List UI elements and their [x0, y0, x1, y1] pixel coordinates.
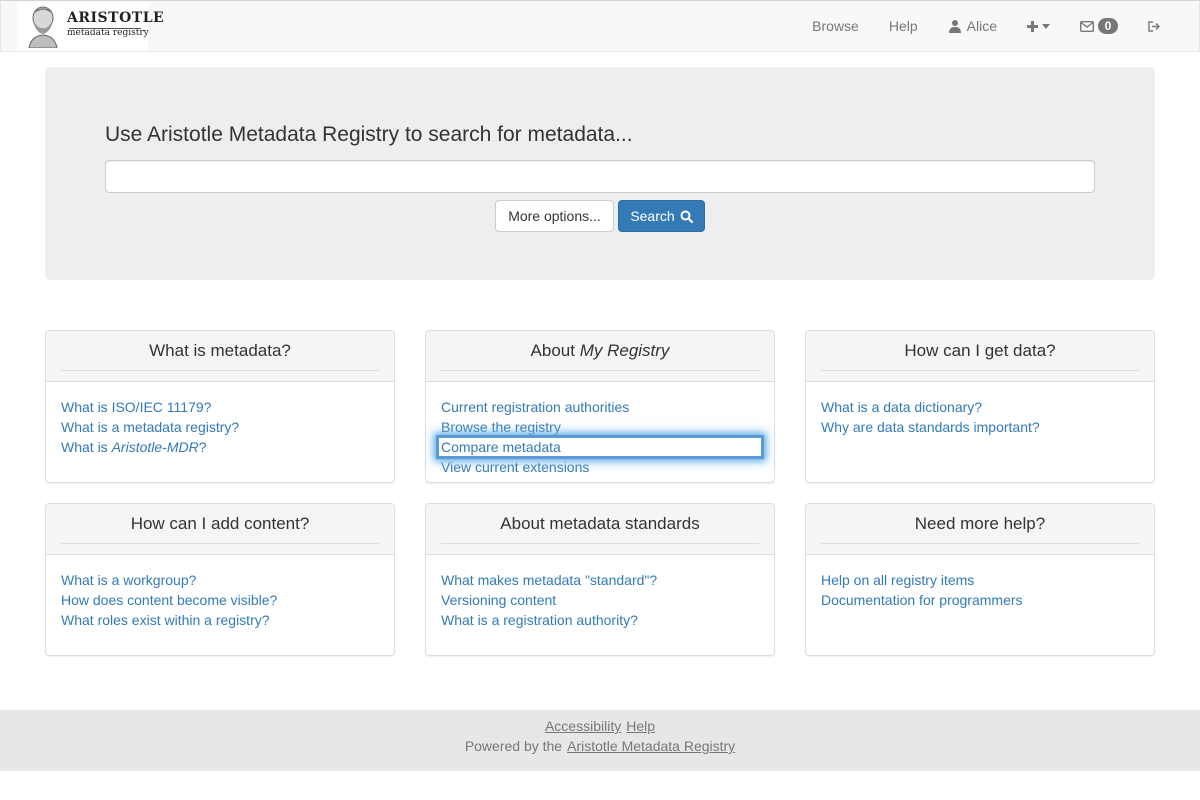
- panel-get-data: How can I get data? What is a data dicti…: [805, 330, 1155, 483]
- brand-divider: [69, 28, 141, 29]
- aristotle-bust-icon: [23, 4, 63, 48]
- footer-powered-by: Powered by the Aristotle Metadata Registr…: [0, 736, 1200, 756]
- panel-title-pre: About: [530, 341, 580, 360]
- link-browse-registry[interactable]: Browse the registry: [441, 417, 759, 437]
- link-workgroup[interactable]: What is a workgroup?: [61, 570, 379, 590]
- plus-icon: [1027, 20, 1038, 32]
- panel-heading: How can I add content?: [46, 504, 394, 555]
- sign-out-icon: [1148, 20, 1160, 32]
- panel-title: How can I add content?: [61, 504, 379, 544]
- caret-down-icon: [1042, 23, 1050, 29]
- link-registration-authorities[interactable]: Current registration authorities: [441, 397, 759, 417]
- search-jumbotron: Use Aristotle Metadata Registry to searc…: [45, 67, 1155, 280]
- link-metadata-standard[interactable]: What makes metadata "standard"?: [441, 570, 759, 590]
- panel-title: About metadata standards: [441, 504, 759, 544]
- nav-help-link[interactable]: Help: [874, 1, 933, 51]
- link-metadata-registry[interactable]: What is a metadata registry?: [61, 417, 379, 437]
- panel-heading: What is metadata?: [46, 331, 394, 382]
- link-data-standards-important[interactable]: Why are data standards important?: [821, 417, 1139, 437]
- link-text-pre: What is: [61, 439, 112, 455]
- link-registration-authority[interactable]: What is a registration authority?: [441, 610, 759, 630]
- footer-aristotle-link[interactable]: Aristotle Metadata Registry: [567, 738, 735, 754]
- link-help-registry-items[interactable]: Help on all registry items: [821, 570, 1139, 590]
- panel-body: What makes metadata "standard"? Versioni…: [441, 570, 759, 630]
- navbar-right-menu: Browse Help Alice 0: [797, 1, 1175, 51]
- link-text-emphasis: Aristotle-MDR: [111, 439, 199, 455]
- panel-title: Need more help?: [821, 504, 1139, 544]
- panel-title: How can I get data?: [821, 331, 1139, 371]
- panel-title: What is metadata?: [61, 331, 379, 371]
- link-programmer-docs[interactable]: Documentation for programmers: [821, 590, 1139, 610]
- user-name: Alice: [966, 18, 997, 34]
- panel-title: About My Registry: [441, 331, 759, 371]
- panel-title-registry-name: My Registry: [579, 341, 670, 360]
- panel-add-content: How can I add content? What is a workgro…: [45, 503, 395, 656]
- nav-browse-link[interactable]: Browse: [797, 1, 874, 51]
- footer-links: Accessibility Help: [0, 716, 1200, 736]
- nav-logout-link[interactable]: [1133, 1, 1175, 51]
- panel-what-is-metadata: What is metadata? What is ISO/IEC 11179?…: [45, 330, 395, 483]
- more-options-button[interactable]: More options...: [495, 200, 614, 232]
- user-icon: [948, 20, 961, 33]
- link-registry-roles[interactable]: What roles exist within a registry?: [61, 610, 379, 630]
- panel-heading: How can I get data?: [806, 331, 1154, 382]
- panel-body: What is a workgroup? How does content be…: [61, 570, 379, 630]
- footer-powered-text: Powered by the: [464, 738, 563, 754]
- nav-inbox-link[interactable]: 0: [1065, 1, 1133, 51]
- panel-body: Help on all registry items Documentation…: [821, 570, 1139, 610]
- top-navbar: ARISTOTLE metadata registry Browse Help …: [0, 0, 1200, 52]
- panel-body: What is ISO/IEC 11179? What is a metadat…: [61, 397, 379, 457]
- link-what-is-aristotle[interactable]: What is Aristotle-MDR?: [61, 437, 379, 457]
- brand-logo-link[interactable]: ARISTOTLE metadata registry: [17, 2, 164, 51]
- panel-about-registry: About My Registry Current registration a…: [425, 330, 775, 483]
- nav-user-menu[interactable]: Alice: [933, 1, 1012, 51]
- footer-accessibility-link[interactable]: Accessibility: [545, 718, 621, 734]
- search-button[interactable]: Search: [618, 200, 705, 232]
- panel-metadata-standards: About metadata standards What makes meta…: [425, 503, 775, 656]
- panel-heading: Need more help?: [806, 504, 1154, 555]
- page-footer: Accessibility Help Powered by the Aristotl…: [0, 710, 1200, 771]
- link-text-post: ?: [198, 439, 207, 455]
- footer-help-link[interactable]: Help: [626, 718, 655, 734]
- search-icon: [680, 210, 693, 223]
- search-input[interactable]: [105, 160, 1095, 193]
- panel-body: Current registration authorities Browse …: [436, 397, 764, 477]
- link-content-visible[interactable]: How does content become visible?: [61, 590, 379, 610]
- link-data-dictionary[interactable]: What is a data dictionary?: [821, 397, 1139, 417]
- link-iso-11179[interactable]: What is ISO/IEC 11179?: [61, 397, 379, 417]
- link-versioning-content[interactable]: Versioning content: [441, 590, 759, 610]
- nav-create-menu[interactable]: [1012, 1, 1065, 51]
- link-view-extensions[interactable]: View current extensions: [441, 457, 759, 477]
- search-heading: Use Aristotle Metadata Registry to searc…: [105, 123, 633, 146]
- link-compare-metadata[interactable]: Compare metadata: [436, 435, 764, 459]
- panel-heading: About My Registry: [426, 331, 774, 382]
- inbox-count-badge: 0: [1098, 18, 1118, 34]
- panel-heading: About metadata standards: [426, 504, 774, 555]
- panel-body: What is a data dictionary? Why are data …: [821, 397, 1139, 437]
- panel-more-help: Need more help? Help on all registry ite…: [805, 503, 1155, 656]
- brand-subtitle: metadata registry: [67, 28, 149, 38]
- brand-name: ARISTOTLE: [67, 10, 165, 26]
- search-button-label: Search: [630, 208, 675, 224]
- envelope-icon: [1080, 20, 1094, 32]
